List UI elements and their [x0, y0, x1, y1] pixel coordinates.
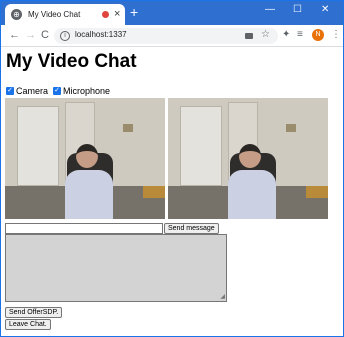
camera-label: Camera — [16, 86, 49, 96]
recording-indicator-icon — [102, 11, 109, 18]
forward-button[interactable]: → — [25, 28, 36, 42]
page-title: My Video Chat — [6, 51, 137, 72]
browser-tab[interactable]: ⊕ My Video Chat × — [5, 4, 125, 25]
reload-button[interactable]: C — [41, 28, 49, 42]
browser-toolbar: ← → C i localhost:1337 ☆ ✦ ≡ N ⋮ — [1, 25, 343, 47]
tab-title: My Video Chat — [28, 10, 81, 19]
resize-handle-icon[interactable]: ◢ — [220, 294, 225, 300]
address-bar[interactable]: i localhost:1337 ☆ — [54, 28, 278, 44]
camera-checkbox[interactable]: ✓ — [6, 87, 14, 95]
send-offer-sdp-button[interactable]: Send OfferSDP. — [5, 307, 63, 318]
message-input[interactable] — [5, 223, 163, 234]
new-tab-button[interactable]: + — [130, 4, 138, 20]
local-video — [5, 98, 165, 219]
microphone-label: Microphone — [63, 86, 111, 96]
media-options: ✓ Camera ✓ Microphone — [6, 86, 110, 96]
url-text: localhost:1337 — [75, 30, 127, 39]
close-tab-icon[interactable]: × — [114, 7, 120, 21]
globe-icon: ⊕ — [11, 9, 22, 20]
minimize-button[interactable]: — — [265, 3, 275, 17]
remote-video — [168, 98, 328, 219]
menu-kebab-icon[interactable]: ⋮ — [331, 29, 341, 41]
info-icon[interactable]: i — [60, 31, 70, 41]
leave-chat-button[interactable]: Leave Chat. — [5, 319, 51, 330]
camera-in-use-icon[interactable] — [245, 33, 253, 39]
title-bar: ⊕ My Video Chat × + — ☐ ✕ — [1, 1, 343, 25]
message-log-textarea[interactable]: ◢ — [5, 234, 227, 302]
maximize-button[interactable]: ☐ — [293, 3, 302, 17]
extensions-icon[interactable]: ✦ — [282, 29, 290, 41]
page-content: My Video Chat ✓ Camera ✓ Microphone Send… — [1, 47, 343, 337]
bookmark-star-icon[interactable]: ☆ — [261, 29, 270, 40]
browser-window: ⊕ My Video Chat × + — ☐ ✕ ← → C i localh… — [0, 0, 344, 337]
profile-avatar[interactable]: N — [312, 29, 324, 41]
microphone-checkbox[interactable]: ✓ — [53, 87, 62, 95]
close-window-button[interactable]: ✕ — [321, 3, 329, 17]
back-button[interactable]: ← — [9, 28, 20, 42]
send-message-button[interactable]: Send message — [164, 223, 219, 234]
reading-list-icon[interactable]: ≡ — [297, 29, 303, 41]
